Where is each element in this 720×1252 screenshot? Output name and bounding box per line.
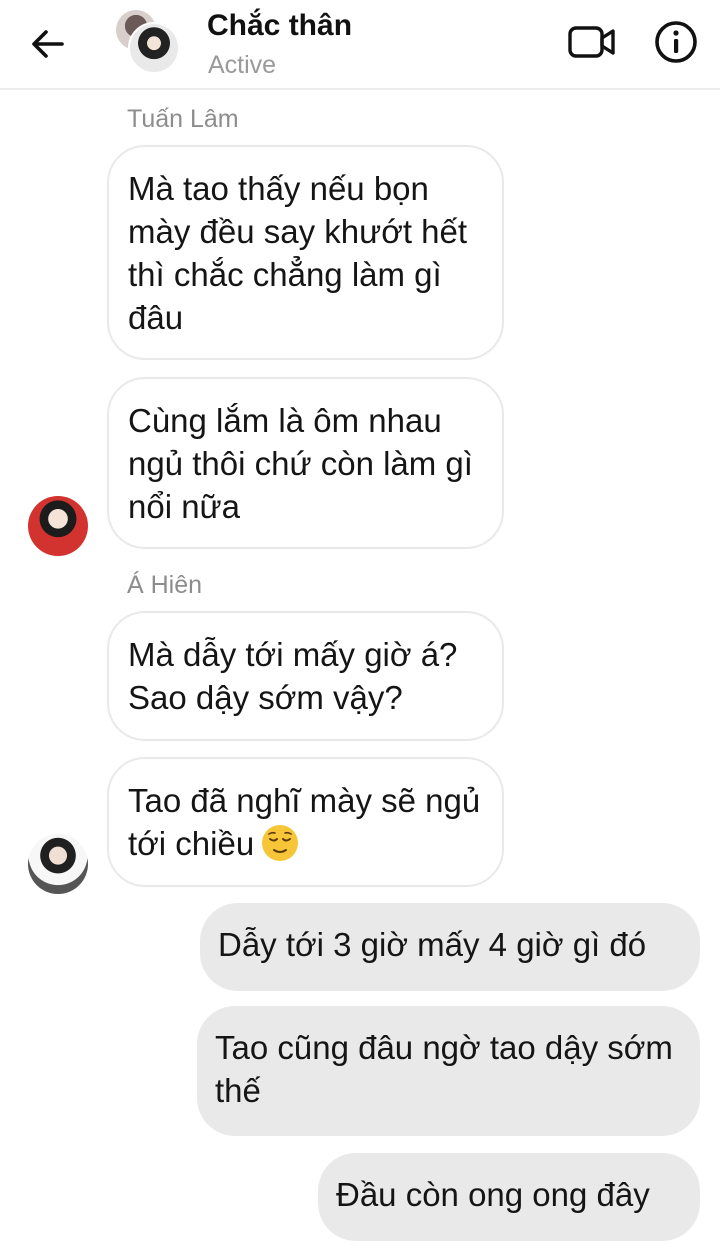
message-bubble[interactable]: Cùng lắm là ôm nhau ngủ thôi chứ còn làm… (107, 377, 504, 549)
back-arrow-icon[interactable] (26, 22, 70, 66)
my-message-bubble[interactable]: Dẫy tới 3 giờ mấy 4 giờ gì đó (200, 903, 700, 991)
avatar-hien[interactable] (28, 834, 88, 894)
message-text: Tao đã nghĩ mày sẽ ngủ tới chiều (128, 782, 481, 862)
my-message-bubble[interactable]: Tao cũng đâu ngờ tao dậy sớm thế (197, 1006, 700, 1136)
message-bubble[interactable]: Mà tao thấy nếu bọn mày đều say khướt hế… (107, 145, 504, 360)
info-icon[interactable] (652, 18, 700, 66)
sender-name-hien: Á Hiên (127, 571, 203, 599)
video-camera-icon[interactable] (566, 20, 618, 64)
message-bubble-with-emoji[interactable]: Tao đã nghĩ mày sẽ ngủ tới chiều (107, 757, 504, 887)
avatar-tuan[interactable] (28, 496, 88, 556)
group-avatar[interactable] (116, 10, 180, 74)
chat-status: Active (208, 51, 277, 79)
chat-header: Chắc thân Active (0, 0, 720, 90)
relieved-face-emoji-icon (262, 825, 299, 861)
message-bubble[interactable]: Mà dẫy tới mấy giờ á? Sao dậy sớm vậy? (107, 611, 504, 741)
sender-name-tuan: Tuấn Lâm (127, 105, 239, 133)
chat-title[interactable]: Chắc thân (207, 9, 352, 43)
my-message-bubble[interactable]: Đầu còn ong ong đây (318, 1153, 700, 1241)
group-avatar-member-2 (128, 22, 180, 74)
